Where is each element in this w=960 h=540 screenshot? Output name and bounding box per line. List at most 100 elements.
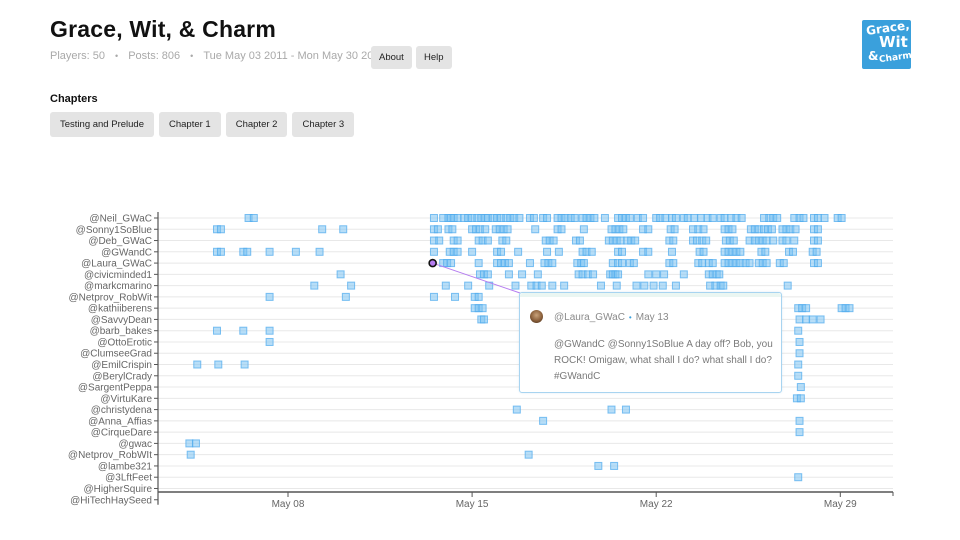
post-dot[interactable] (679, 270, 688, 279)
post-dot[interactable] (579, 225, 588, 234)
post-dot[interactable] (347, 281, 356, 290)
post-dot[interactable] (614, 270, 623, 279)
post-dot[interactable] (820, 214, 829, 222)
post-dot[interactable] (607, 405, 616, 414)
post-dot[interactable] (667, 247, 676, 256)
post-dot[interactable] (783, 281, 792, 290)
player-label[interactable]: @VirtuKare (100, 394, 152, 405)
post-dot[interactable] (736, 247, 745, 256)
post-dot[interactable] (543, 247, 552, 256)
post-dot[interactable] (339, 225, 348, 234)
post-dot[interactable] (799, 214, 808, 222)
post-dot[interactable] (621, 405, 630, 414)
player-label[interactable]: @ClumseeGrad (80, 349, 152, 360)
post-dot[interactable] (690, 214, 699, 222)
player-label[interactable]: @HigherSquire (83, 484, 152, 495)
post-dot[interactable] (767, 225, 776, 234)
player-label[interactable]: @gwac (119, 439, 153, 450)
post-dot[interactable] (720, 214, 729, 222)
post-dot[interactable] (762, 259, 771, 268)
post-dot[interactable] (429, 247, 438, 256)
post-dot[interactable] (619, 225, 628, 234)
player-label[interactable]: @Neil_GWaC (89, 214, 152, 225)
post-dot[interactable] (529, 214, 538, 222)
post-dot[interactable] (429, 292, 438, 301)
post-dot[interactable] (728, 225, 737, 234)
post-dot[interactable] (652, 270, 661, 279)
post-dot[interactable] (429, 214, 438, 222)
post-dot[interactable] (618, 247, 627, 256)
post-dot[interactable] (483, 270, 492, 279)
post-dot[interactable] (453, 247, 462, 256)
post-dot[interactable] (239, 326, 248, 335)
post-dot[interactable] (683, 214, 692, 222)
post-dot[interactable] (670, 225, 679, 234)
post-dot[interactable] (448, 225, 457, 234)
post-dot[interactable] (625, 214, 634, 222)
post-dot[interactable] (794, 371, 803, 380)
post-dot[interactable] (453, 214, 462, 222)
post-dot[interactable] (719, 281, 728, 290)
post-dot[interactable] (587, 247, 596, 256)
player-label[interactable]: @civicminded1 (84, 270, 152, 281)
post-dot[interactable] (243, 247, 252, 256)
post-dot[interactable] (729, 236, 738, 245)
post-dot[interactable] (696, 214, 705, 222)
post-dot[interactable] (504, 270, 513, 279)
post-dot[interactable] (554, 247, 563, 256)
post-dot[interactable] (795, 428, 804, 437)
post-dot[interactable] (447, 259, 456, 268)
post-dot[interactable] (497, 247, 506, 256)
player-label[interactable]: @Sonny1SoBlue (76, 225, 153, 236)
post-dot[interactable] (632, 281, 641, 290)
post-dot[interactable] (240, 360, 249, 369)
post-dot[interactable] (702, 236, 711, 245)
player-label[interactable]: @Netprov_RobWIt (68, 450, 152, 461)
post-dot[interactable] (699, 247, 708, 256)
player-label[interactable]: @Netprov_RobWit (68, 292, 152, 303)
player-label[interactable]: @HiTechHaySeed (70, 495, 152, 506)
post-dot[interactable] (796, 383, 805, 392)
post-dot[interactable] (451, 292, 460, 301)
post-dot[interactable] (589, 270, 598, 279)
post-dot[interactable] (791, 225, 800, 234)
post-dot[interactable] (474, 292, 483, 301)
post-dot[interactable] (575, 236, 584, 245)
post-dot[interactable] (612, 281, 621, 290)
player-label[interactable]: @BerylCrady (92, 371, 152, 382)
post-dot[interactable] (191, 439, 200, 448)
post-dot[interactable] (543, 214, 552, 222)
post-dot[interactable] (795, 337, 804, 346)
tooltip-username[interactable]: @Laura_GWaC (554, 312, 625, 323)
post-dot[interactable] (570, 214, 579, 222)
post-dot[interactable] (795, 349, 804, 358)
post-dot[interactable] (557, 225, 566, 234)
post-dot[interactable] (699, 225, 708, 234)
post-dot[interactable] (214, 360, 223, 369)
post-dot[interactable] (596, 281, 605, 290)
post-dot[interactable] (813, 225, 822, 234)
post-dot[interactable] (802, 304, 811, 313)
selected-post-marker[interactable] (428, 258, 437, 268)
post-dot[interactable] (336, 270, 345, 279)
post-dot[interactable] (640, 281, 649, 290)
post-dot[interactable] (631, 236, 640, 245)
post-dot[interactable] (661, 214, 670, 222)
post-dot[interactable] (318, 225, 327, 234)
post-dot[interactable] (515, 214, 524, 222)
post-dot[interactable] (590, 214, 599, 222)
post-dot[interactable] (265, 337, 274, 346)
post-dot[interactable] (265, 326, 274, 335)
post-dot[interactable] (549, 236, 558, 245)
post-dot[interactable] (265, 292, 274, 301)
post-dot[interactable] (433, 225, 442, 234)
post-dot[interactable] (794, 473, 803, 482)
post-dot[interactable] (660, 270, 669, 279)
post-dot[interactable] (483, 236, 492, 245)
post-dot[interactable] (658, 281, 667, 290)
post-dot[interactable] (518, 270, 527, 279)
post-dot[interactable] (812, 247, 821, 256)
post-dot[interactable] (441, 281, 450, 290)
post-dot[interactable] (788, 247, 797, 256)
post-dot[interactable] (186, 450, 195, 459)
